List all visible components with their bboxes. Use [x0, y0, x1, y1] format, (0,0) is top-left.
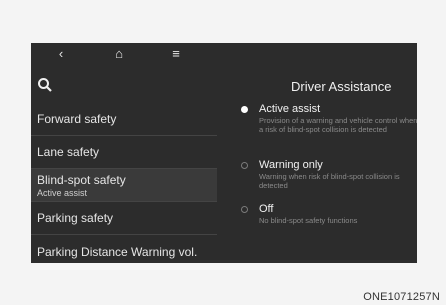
option-description: Provision of a warning and vehicle contr… — [259, 116, 417, 134]
top-bar: ‹ ⌂ ≡ — [31, 43, 417, 67]
search-icon[interactable] — [37, 77, 53, 93]
panel-title: Driver Assistance — [291, 79, 392, 94]
sidebar: Forward safety Lane safety Blind-spot sa… — [31, 103, 217, 263]
radio-unselected-icon[interactable] — [241, 162, 248, 169]
sidebar-item-parking-distance-warning-vol[interactable]: Parking Distance Warning vol. — [31, 235, 217, 263]
option-label: Warning only — [259, 159, 323, 171]
sidebar-item-label: Parking safety — [37, 211, 114, 225]
sidebar-item-sublabel: Active assist — [37, 187, 88, 198]
option-description: No blind-spot safety functions — [259, 216, 358, 225]
option-label: Active assist — [259, 103, 321, 115]
sidebar-item-parking-safety[interactable]: Parking safety — [31, 202, 217, 235]
option-label: Off — [259, 203, 274, 215]
sidebar-item-label: Forward safety — [37, 112, 117, 126]
sidebar-item-blind-spot-safety[interactable]: Blind-spot safety Active assist — [31, 169, 217, 202]
sidebar-item-forward-safety[interactable]: Forward safety — [31, 103, 217, 136]
radio-selected-icon[interactable] — [241, 106, 248, 113]
radio-unselected-icon[interactable] — [241, 206, 248, 213]
infotainment-screen: ‹ ⌂ ≡ Forward safety Lane safety Blind-s… — [31, 43, 417, 263]
option-description: Warning when risk of blind-spot collisio… — [259, 172, 400, 190]
sidebar-item-label: Lane safety — [37, 145, 100, 159]
menu-icon[interactable]: ≡ — [168, 47, 184, 61]
back-icon[interactable]: ‹ — [53, 47, 69, 61]
sidebar-item-label: Parking Distance Warning vol. — [37, 244, 198, 259]
sidebar-item-lane-safety[interactable]: Lane safety — [31, 136, 217, 169]
figure-caption: ONE1071257N — [363, 291, 440, 303]
sidebar-item-label: Blind-spot safety — [37, 172, 126, 187]
home-icon[interactable]: ⌂ — [111, 47, 127, 61]
